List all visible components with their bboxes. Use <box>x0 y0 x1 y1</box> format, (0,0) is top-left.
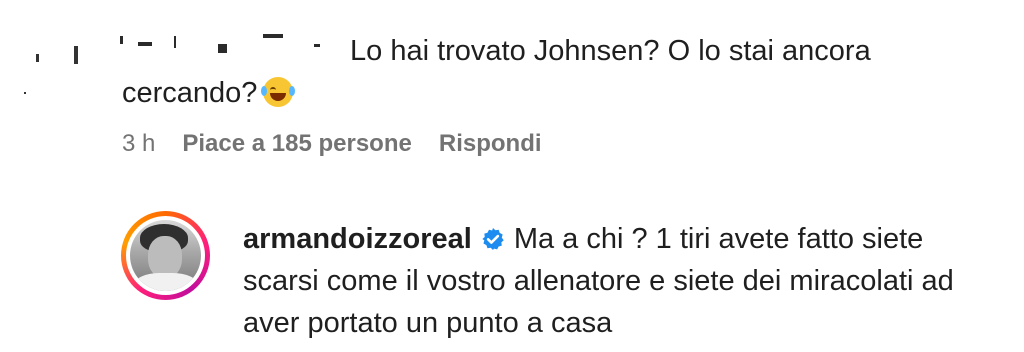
avatar[interactable] <box>121 211 210 300</box>
laughing-emoji-icon <box>261 77 296 107</box>
profile-photo <box>130 220 201 291</box>
reply-button[interactable]: Rispondi <box>439 130 542 158</box>
reply-text: armandoizzoreal Ma a chi ? 1 tiri avete … <box>243 223 954 339</box>
username[interactable]: armandoizzoreal <box>243 223 472 255</box>
comment-text: Lo hai trovato Johnsen? O lo stai ancora… <box>122 35 871 109</box>
comment-block: Lo hai trovato Johnsen? O lo stai ancora… <box>0 0 1024 180</box>
reply-block: armandoizzoreal Ma a chi ? 1 tiri avete … <box>0 190 1024 352</box>
comment-timestamp: 3 h <box>122 130 156 157</box>
verified-badge-icon <box>482 227 504 251</box>
likes-count[interactable]: Piace a 185 persone <box>182 130 411 158</box>
blurred-avatar[interactable] <box>22 44 92 104</box>
comment-meta: 3 h Piace a 185 persone Rispondi <box>122 130 542 158</box>
